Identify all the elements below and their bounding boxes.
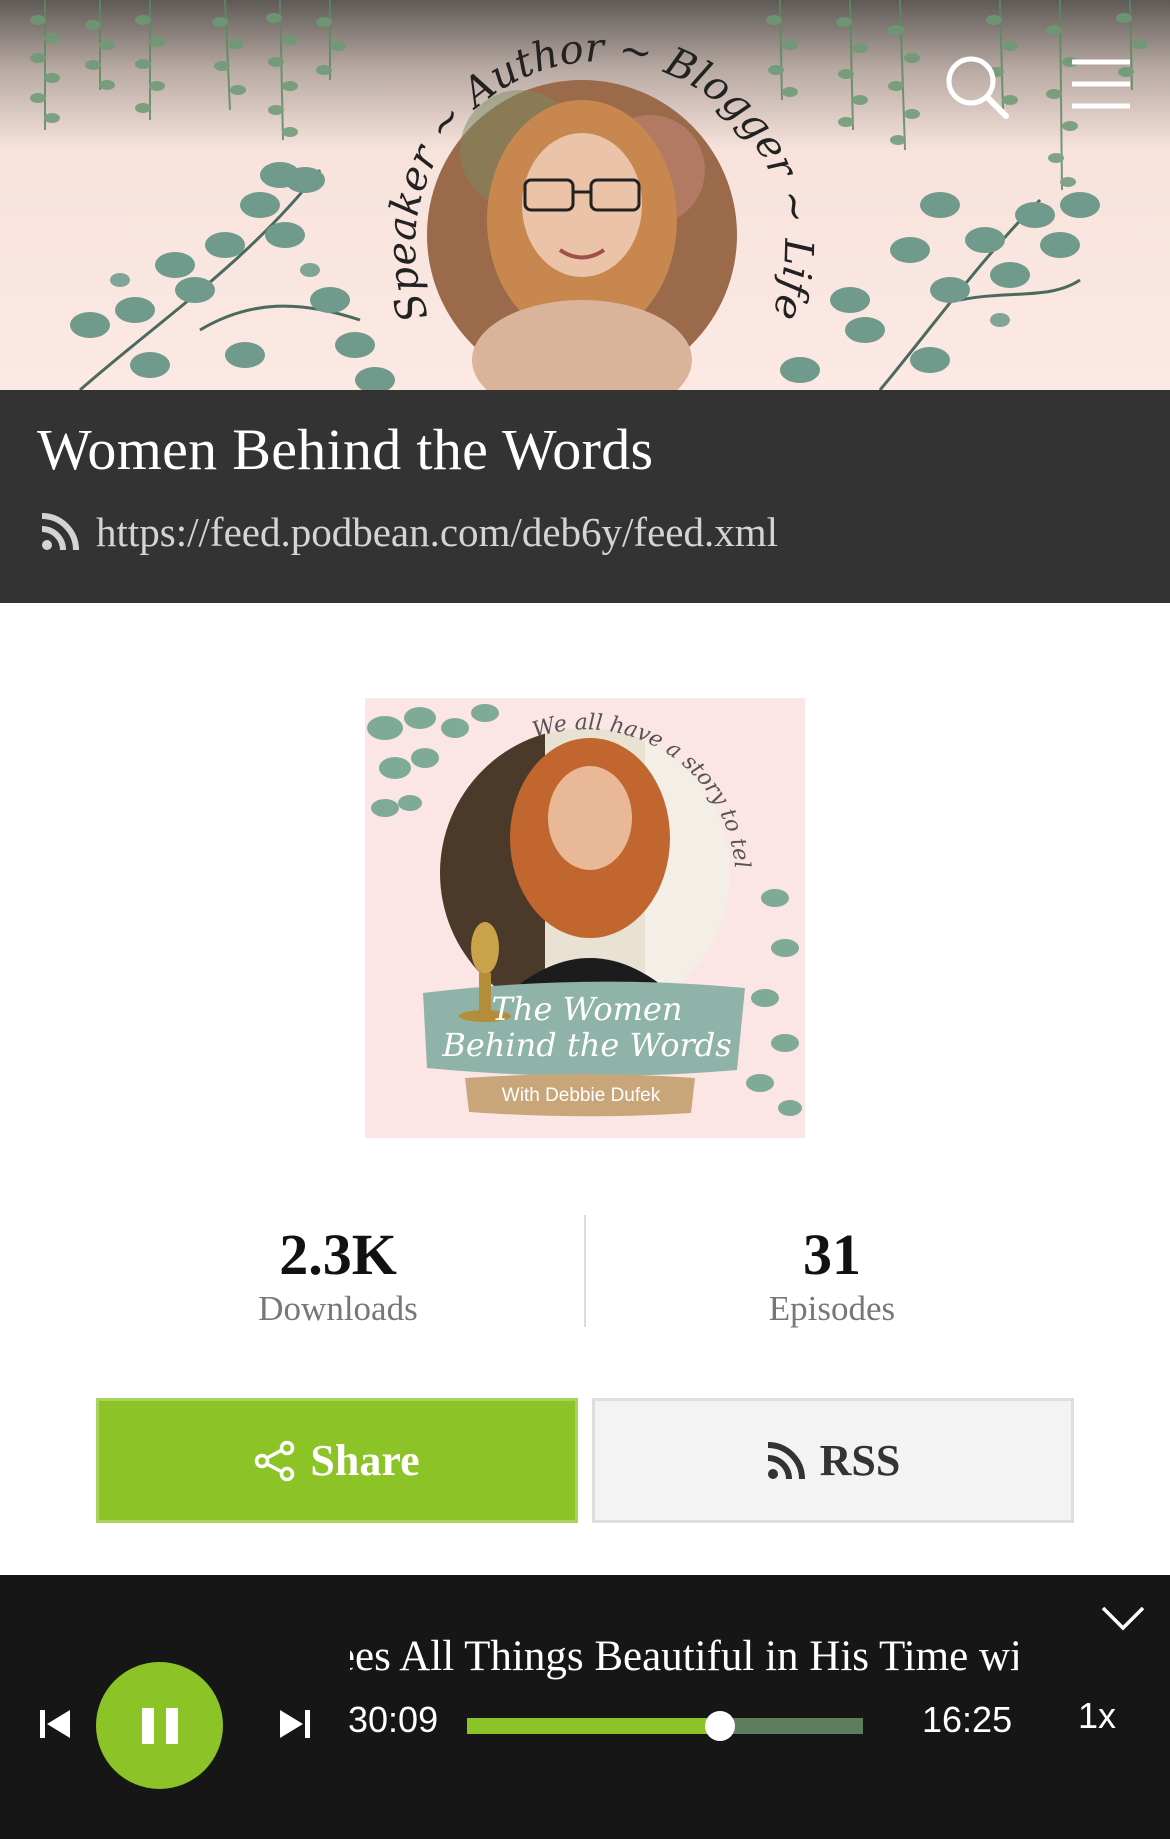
playback-speed-button[interactable]: 1x bbox=[1078, 1695, 1116, 1737]
elapsed-time: 30:09 bbox=[348, 1699, 439, 1740]
downloads-stat: 2.3K Downloads bbox=[158, 1222, 518, 1330]
feed-url[interactable]: https://feed.podbean.com/deb6y/feed.xml bbox=[96, 508, 778, 556]
progress-bar[interactable] bbox=[467, 1711, 863, 1741]
progress-knob[interactable] bbox=[705, 1711, 736, 1741]
pause-icon bbox=[141, 1707, 178, 1744]
episodes-value: 31 bbox=[803, 1222, 861, 1287]
next-track-icon[interactable] bbox=[278, 1707, 312, 1741]
share-label: Share bbox=[310, 1436, 420, 1485]
cover-subtitle: With Debbie Dufek bbox=[502, 1085, 661, 1106]
podcast-cover-art: We all have a story to tell . . . The Wo… bbox=[365, 698, 805, 1138]
menu-icon[interactable] bbox=[1066, 52, 1136, 122]
share-button[interactable]: Share bbox=[96, 1398, 578, 1523]
rss-label: RSS bbox=[819, 1436, 901, 1485]
remaining-time: 16:25 bbox=[922, 1699, 1013, 1740]
rss-icon bbox=[767, 1441, 805, 1479]
episodes-stat: 31 Episodes bbox=[652, 1222, 1012, 1330]
podcast-title: Women Behind the Words bbox=[37, 417, 654, 482]
cover-title-line2: Behind the Words bbox=[441, 1026, 731, 1064]
share-icon bbox=[255, 1440, 295, 1481]
progress-fill bbox=[467, 1718, 721, 1734]
podcast-title-bar: Women Behind the Words https://feed.podb… bbox=[0, 390, 1170, 603]
downloads-value: 2.3K bbox=[279, 1222, 397, 1287]
pause-button[interactable] bbox=[96, 1662, 223, 1789]
cover-title-line1: The Women bbox=[492, 990, 683, 1028]
episodes-label: Episodes bbox=[768, 1289, 896, 1328]
episode-title: Sees All Things Beautiful in His Time wi… bbox=[350, 1633, 1018, 1680]
episode-title-marquee: Sees All Things Beautiful in His Time wi… bbox=[350, 1629, 1018, 1685]
downloads-label: Downloads bbox=[258, 1289, 418, 1328]
audio-player: Sees All Things Beautiful in His Time wi… bbox=[0, 1575, 1170, 1839]
search-icon[interactable] bbox=[942, 52, 1012, 122]
rss-icon bbox=[41, 513, 79, 551]
header-banner: Speaker ~ Author ~ Blogger ~ Life Coach bbox=[0, 0, 1170, 390]
stats-divider bbox=[584, 1215, 586, 1327]
rss-button[interactable]: RSS bbox=[592, 1398, 1074, 1523]
chevron-down-icon[interactable] bbox=[1100, 1603, 1146, 1633]
feed-url-row[interactable]: https://feed.podbean.com/deb6y/feed.xml bbox=[40, 508, 778, 556]
previous-track-icon[interactable] bbox=[38, 1707, 72, 1741]
